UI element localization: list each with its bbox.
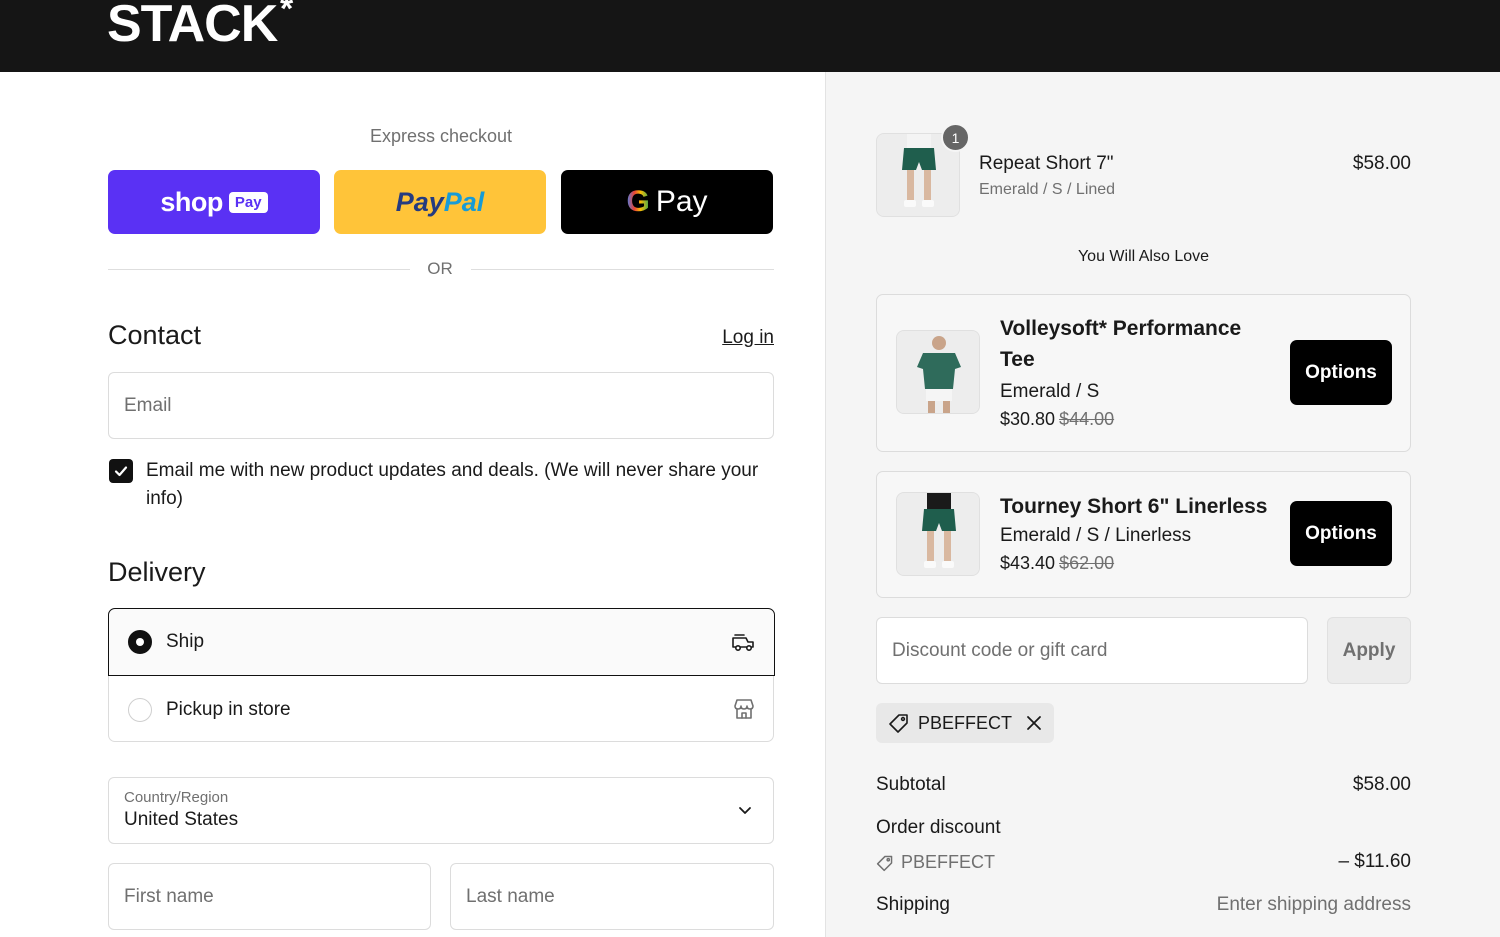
newsletter-label: Email me with new product updates and de… [146, 460, 759, 509]
last-name-field[interactable] [450, 863, 774, 930]
truck-icon [732, 634, 754, 651]
store-logo[interactable]: STACK [107, 0, 278, 54]
top-header: STACK * [0, 0, 1500, 72]
tag-icon [876, 855, 893, 871]
login-link[interactable]: Log in [660, 327, 774, 349]
remove-discount-button[interactable] [1026, 715, 1042, 731]
shop-pay-button[interactable]: shop Pay [108, 170, 320, 234]
recommendation-price: $30.80 [1000, 409, 1056, 429]
paypal-button[interactable]: Pay Pal [334, 170, 546, 234]
or-divider-left [108, 269, 410, 270]
store-icon [734, 699, 754, 719]
or-divider-right [471, 269, 774, 270]
recommendation-card: Tourney Short 6" Linerless Emerald / S /… [876, 471, 1411, 598]
country-select[interactable]: Country/Region United States [108, 777, 774, 844]
cart-item-price: $58.00 [1352, 153, 1411, 174]
applied-discount-code: PBEFFECT [918, 712, 1013, 733]
applied-discount-tag: PBEFFECT [876, 703, 1055, 743]
recommendation-price-row: $43.40 $62.00 [1000, 553, 1114, 574]
contact-heading: Contact [108, 320, 202, 350]
recommendation-old-price: $44.00 [1059, 409, 1115, 429]
shorts-product-image [897, 493, 979, 575]
recommendation-name[interactable]: Volleysoft* Performance Tee [1000, 313, 1260, 375]
email-input[interactable] [109, 373, 773, 438]
tag-icon [889, 714, 908, 733]
chevron-down-icon [739, 807, 751, 814]
recommendation-price: $43.40 [1000, 553, 1056, 573]
order-discount-code: PBEFFECT [901, 852, 996, 872]
google-pay-button[interactable]: G Pay [561, 170, 773, 234]
cart-item-variant: Emerald / S / Lined [979, 181, 1116, 198]
recommendation-variant: Emerald / S / Linerless [1000, 525, 1192, 546]
delivery-option-ship[interactable]: Ship [108, 608, 775, 676]
country-label: Country/Region [124, 789, 229, 806]
subtotal-value: $58.00 [1352, 774, 1411, 795]
shipping-label: Shipping [876, 894, 950, 915]
subtotal-label: Subtotal [876, 774, 946, 795]
logo-star-mark: * [280, 0, 294, 28]
recommendation-image [896, 492, 980, 576]
options-button[interactable]: Options [1290, 501, 1392, 566]
or-divider-text: OR [427, 259, 453, 278]
cart-item-quantity-badge: 1 [941, 123, 970, 152]
recommendation-variant: Emerald / S [1000, 381, 1100, 402]
shipping-value: Enter shipping address [1216, 894, 1411, 915]
pickup-label: Pickup in store [166, 698, 291, 720]
email-field[interactable] [108, 372, 774, 439]
paypal-wordmark-pal: Pal [443, 186, 485, 217]
shop-pay-badge: Pay [228, 191, 268, 213]
google-g-icon: G [626, 185, 650, 218]
first-name-input[interactable] [109, 864, 430, 929]
checkmark-icon [114, 466, 128, 477]
recommendation-name[interactable]: Tourney Short 6" Linerless [1000, 491, 1280, 522]
ship-radio[interactable] [128, 630, 152, 654]
recommendation-old-price: $62.00 [1059, 553, 1115, 573]
recommendation-card: Volleysoft* Performance Tee Emerald / S … [876, 294, 1411, 452]
express-checkout-title: Express checkout [369, 126, 513, 146]
discount-input[interactable] [877, 618, 1307, 683]
ship-label: Ship [166, 631, 205, 652]
recommendations-title: You Will Also Love [1077, 248, 1210, 265]
recommendation-image [896, 330, 980, 414]
pickup-radio[interactable] [128, 697, 152, 722]
discount-field[interactable] [876, 617, 1308, 684]
recommendation-price-row: $30.80 $44.00 [1000, 409, 1114, 430]
tee-product-image [897, 331, 979, 413]
delivery-method-group: Ship Pickup in store [108, 608, 775, 743]
close-icon [1027, 716, 1041, 730]
shop-pay-wordmark: shop [160, 186, 223, 217]
checkout-form-panel: Express checkout shop Pay Pay Pal G Pay O… [0, 72, 825, 937]
google-pay-wordmark: Pay [655, 185, 708, 218]
order-discount-label: Order discount [876, 817, 1001, 838]
apply-discount-button[interactable]: Apply [1327, 617, 1411, 684]
first-name-field[interactable] [108, 863, 431, 930]
paypal-wordmark-pay: Pay [395, 186, 444, 217]
last-name-input[interactable] [451, 864, 773, 929]
order-discount-value: – $11.60 [1338, 851, 1411, 872]
newsletter-checkbox[interactable] [109, 459, 133, 483]
country-value: United States [124, 809, 239, 830]
options-button[interactable]: Options [1290, 340, 1392, 405]
delivery-option-pickup[interactable]: Pickup in store [109, 676, 775, 743]
cart-item-name: Repeat Short 7" [979, 153, 1114, 174]
delivery-heading: Delivery [108, 557, 206, 587]
order-discount-code-row: PBEFFECT [876, 852, 995, 873]
